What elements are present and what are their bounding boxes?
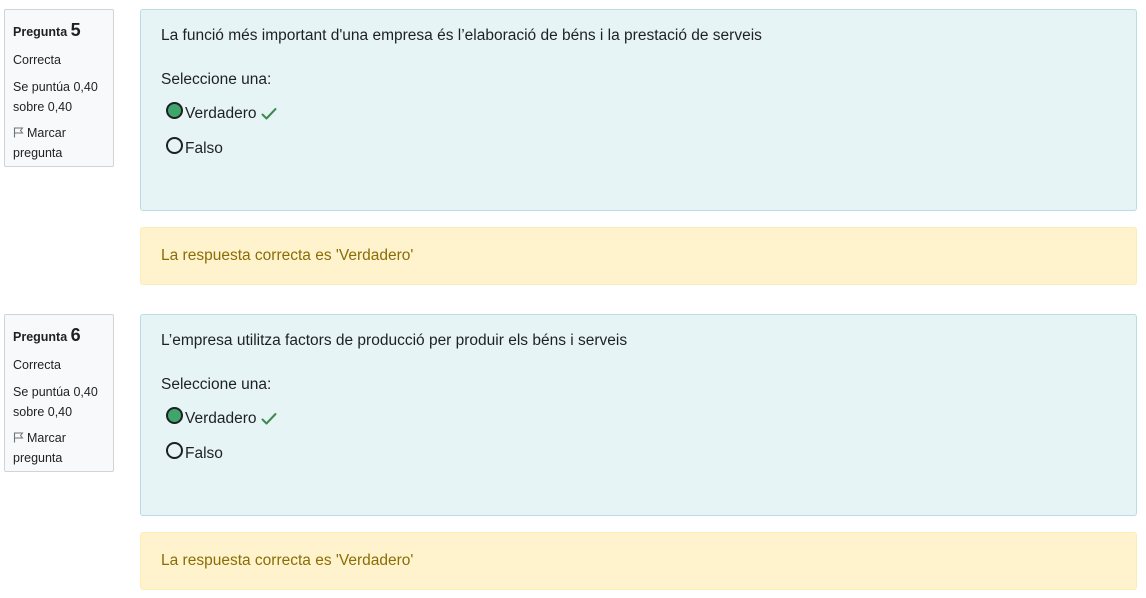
check-icon — [261, 412, 277, 424]
flag-question-link[interactable]: Marcar pregunta — [13, 429, 105, 468]
flag-label-1: Marcar — [27, 431, 66, 445]
option-label: Falso — [185, 139, 223, 157]
flag-label-1: Marcar — [27, 126, 66, 140]
check-icon — [261, 107, 277, 119]
question-number-value: 5 — [70, 20, 81, 40]
question-number: Pregunta 6 — [13, 325, 105, 347]
question-text: La funció més important d'una empresa és… — [161, 27, 762, 44]
option-label: Verdadero — [185, 409, 257, 427]
question-label: Pregunta — [13, 330, 68, 344]
question-number: Pregunta 5 — [13, 20, 105, 42]
option-label: Verdadero — [185, 104, 257, 122]
question-content: L’empresa utilitza factors de producció … — [140, 314, 1137, 516]
question-content: La funció més important d'una empresa és… — [140, 9, 1137, 211]
flag-icon — [13, 127, 24, 138]
grade-line-1: Se puntúa 0,40 — [13, 80, 98, 94]
question-grade: Se puntúa 0,40 sobre 0,40 — [13, 383, 105, 422]
radio-button-checked[interactable] — [166, 407, 183, 424]
answer-prompt: Seleccione una: — [161, 71, 272, 88]
question-number-value: 6 — [70, 325, 81, 345]
question-label: Pregunta — [13, 25, 68, 39]
question-text: L’empresa utilitza factors de producció … — [161, 332, 628, 349]
grade-line-2: sobre 0,40 — [13, 99, 73, 114]
option-false[interactable]: Falso — [161, 436, 1116, 471]
option-label: Falso — [185, 444, 223, 462]
option-true[interactable]: Verdadero — [161, 96, 1116, 131]
flag-label-2: pregunta — [13, 145, 63, 160]
question-state: Correcta — [13, 358, 61, 372]
answer-prompt: Seleccione una: — [161, 376, 272, 393]
flag-label-2: pregunta — [13, 450, 63, 465]
option-false[interactable]: Falso — [161, 131, 1116, 166]
question-info-panel: Pregunta 5 Correcta Se puntúa 0,40 sobre… — [4, 9, 114, 167]
flag-icon — [13, 432, 24, 443]
grade-line-2: sobre 0,40 — [13, 404, 73, 419]
flag-question-link[interactable]: Marcar pregunta — [13, 124, 105, 163]
radio-button-checked[interactable] — [166, 102, 183, 119]
option-true[interactable]: Verdadero — [161, 401, 1116, 436]
question-info-panel: Pregunta 6 Correcta Se puntúa 0,40 sobre… — [4, 314, 114, 472]
correct-answer-feedback: La respuesta correcta es 'Verdadero' — [140, 227, 1137, 285]
correct-answer-feedback: La respuesta correcta es 'Verdadero' — [140, 532, 1137, 590]
radio-button[interactable] — [166, 442, 183, 459]
question-state: Correcta — [13, 53, 61, 67]
question-block: Pregunta 5 Correcta Se puntúa 0,40 sobre… — [0, 0, 1146, 285]
radio-button[interactable] — [166, 137, 183, 154]
question-block: Pregunta 6 Correcta Se puntúa 0,40 sobre… — [0, 305, 1146, 590]
grade-line-1: Se puntúa 0,40 — [13, 385, 98, 399]
question-grade: Se puntúa 0,40 sobre 0,40 — [13, 78, 105, 117]
